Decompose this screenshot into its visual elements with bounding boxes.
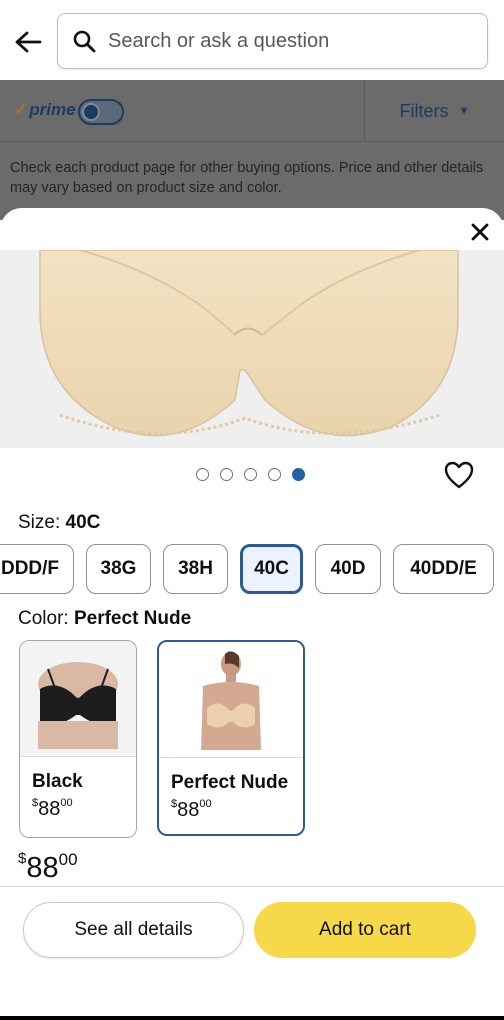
carousel-dot[interactable] [196,468,209,481]
prime-toggle[interactable] [78,99,124,125]
carousel-dot[interactable] [220,468,233,481]
action-footer: See all details Add to cart [0,886,504,1020]
heart-icon[interactable] [444,461,474,489]
product-price: $8800 [18,850,78,885]
home-indicator [0,1016,504,1020]
carousel-dots [196,468,305,481]
swatch-image [159,642,303,758]
carousel-dot[interactable] [268,468,281,481]
swatch-price: $8800 [32,797,73,820]
chevron-down-icon: ▼ [458,105,470,117]
background-overlay: ✓prime Filters ▼ Check each product page… [0,80,504,220]
size-chip[interactable]: 38H [163,544,228,594]
size-label-text: Size: [18,512,61,533]
filters-label: Filters [399,100,449,121]
size-chip[interactable]: 38G [86,544,151,594]
size-selected-value: 40C [65,512,101,533]
add-to-cart-button[interactable]: Add to cart [254,902,476,958]
product-sheet: Size: 40C DDD/F 38G 38H 40C 40D 40DD/E C… [0,208,504,1020]
filter-bar: ✓prime Filters ▼ [0,80,504,142]
top-bar: Search or ask a question [0,0,504,80]
size-chip[interactable]: 40D [315,544,381,594]
size-chip-selected[interactable]: 40C [240,544,303,594]
notice-text: Check each product page for other buying… [10,160,484,196]
color-label: Color: Perfect Nude [18,608,191,630]
back-arrow-icon[interactable] [12,26,44,58]
color-swatch-perfect-nude[interactable]: Perfect Nude $8800 [157,640,305,836]
color-label-text: Color: [18,608,69,629]
close-icon[interactable] [468,220,492,244]
price-dollars: 88 [26,852,59,884]
product-image[interactable] [0,249,504,448]
prime-logo: ✓prime [14,100,76,119]
carousel-dot[interactable] [244,468,257,481]
swatch-image [20,641,136,757]
price-cents: 00 [58,850,78,869]
filters-button[interactable]: Filters ▼ [364,80,504,142]
size-chip[interactable]: DDD/F [0,544,74,594]
swatch-price: $8800 [171,798,212,821]
size-options: DDD/F 38G 38H 40C 40D 40DD/E [0,544,504,594]
see-all-details-button[interactable]: See all details [23,902,244,958]
swatch-name: Black [32,771,83,792]
color-selected-value: Perfect Nude [73,608,192,629]
size-chip[interactable]: 40DD/E [393,544,494,594]
carousel-dot-active[interactable] [292,468,305,481]
swatch-name: Perfect Nude [171,772,289,793]
size-label: Size: 40C [18,512,100,534]
search-input[interactable]: Search or ask a question [57,13,488,69]
search-placeholder: Search or ask a question [108,29,330,52]
color-swatch-black[interactable]: Black $8800 [19,640,137,838]
search-icon [70,27,98,55]
